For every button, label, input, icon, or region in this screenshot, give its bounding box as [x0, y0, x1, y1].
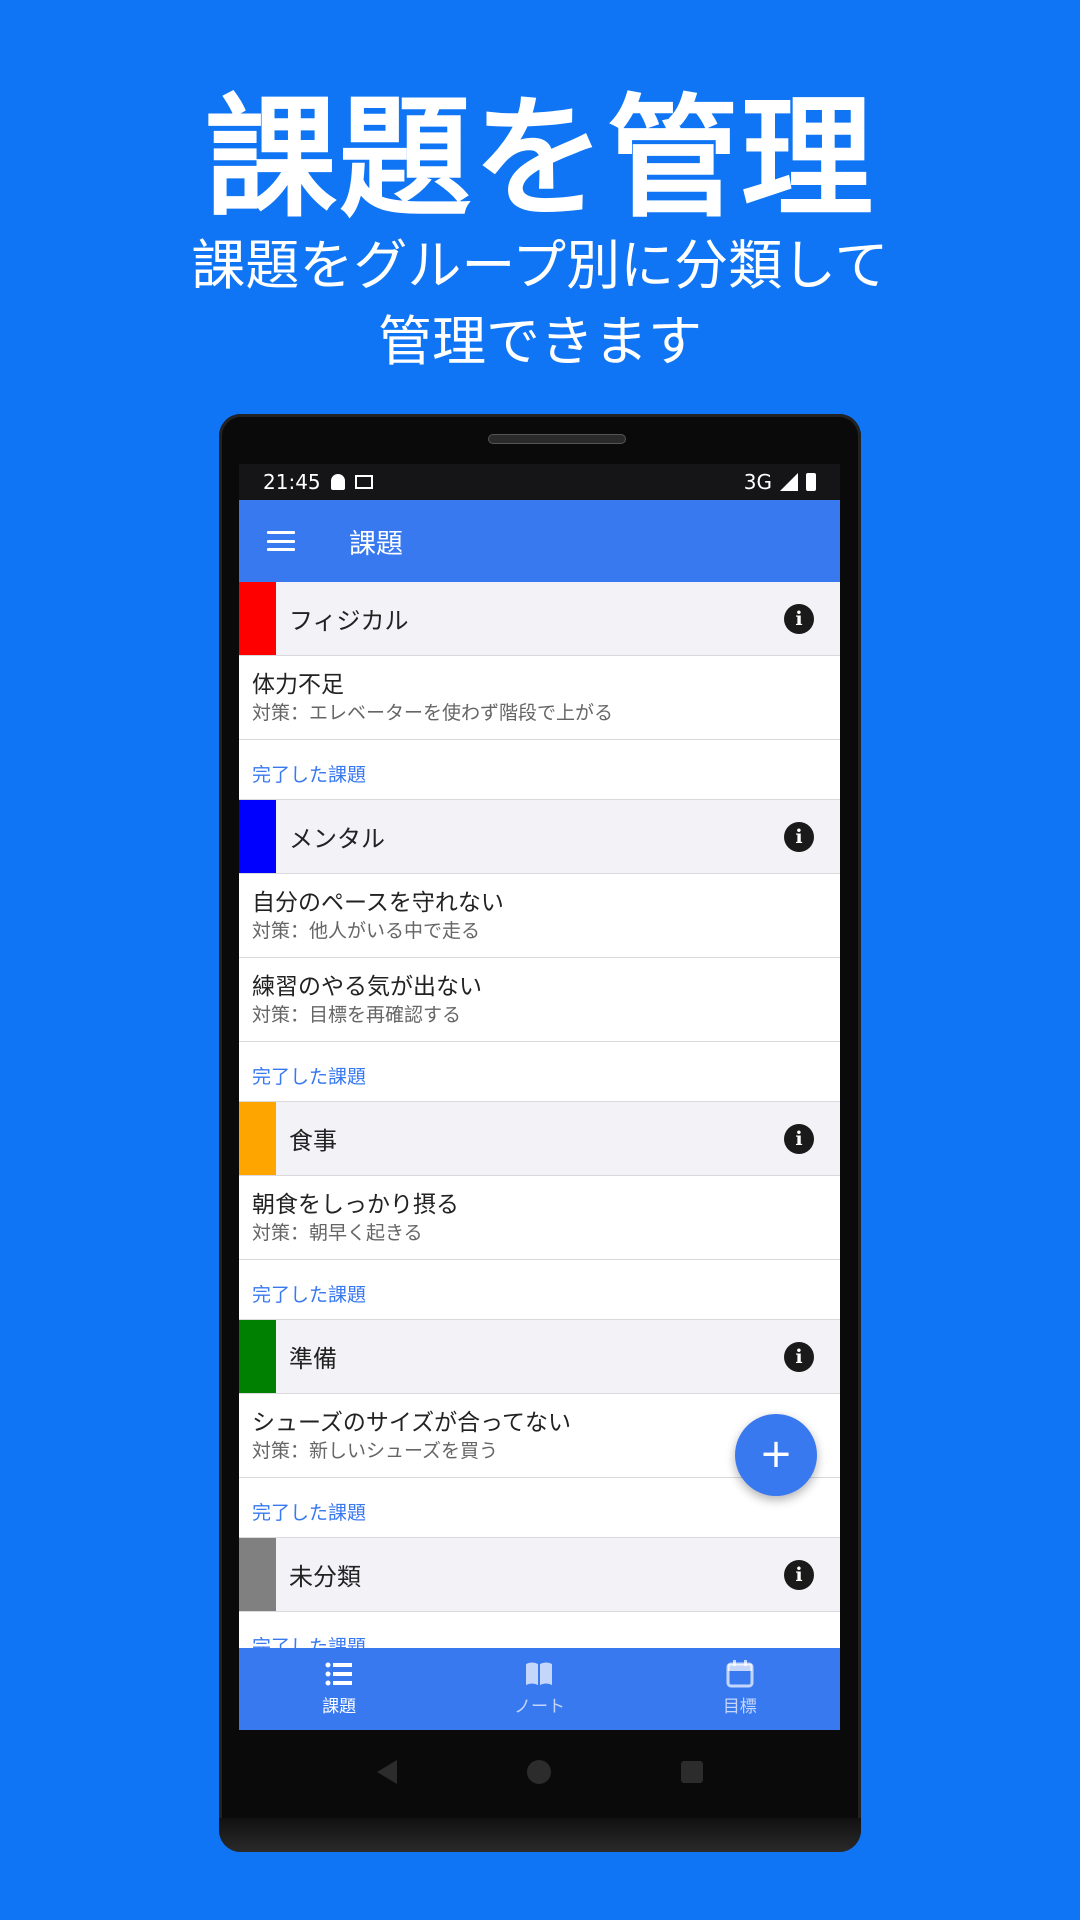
app-bar: 課題	[239, 500, 840, 582]
phone-speaker	[488, 434, 626, 444]
app-screen: 21:45 3G 課題 フィジカル i 体力不足対策：エレベーターを使わず階段で上が…	[239, 464, 840, 1730]
task-row[interactable]: 自分のペースを守れない対策：他人がいる中で走る	[239, 874, 840, 958]
nav-item-tasks[interactable]: 課題	[239, 1648, 439, 1730]
group-header[interactable]: 未分類 i	[239, 1538, 840, 1612]
task-measure: 対策：他人がいる中で走る	[252, 920, 481, 942]
back-icon[interactable]	[376, 1760, 397, 1784]
calendar-notification-icon	[354, 475, 373, 489]
nav-item-goals[interactable]: 目標	[640, 1648, 840, 1730]
completed-tasks-link[interactable]: 完了した課題	[239, 1260, 840, 1320]
completed-tasks-link[interactable]: 完了した課題	[239, 1612, 840, 1648]
signal-icon	[780, 473, 798, 491]
network-type: 3G	[743, 470, 772, 494]
group-name: フィジカル	[289, 607, 409, 635]
promo-subtitle-line1: 課題をグループ別に分類して	[191, 234, 889, 297]
group-color-bar	[239, 1102, 276, 1175]
info-icon[interactable]: i	[784, 1124, 814, 1154]
task-title: 練習のやる気が出ない	[252, 974, 482, 1000]
task-title: 朝食をしっかり摂る	[252, 1192, 459, 1218]
group-header[interactable]: メンタル i	[239, 800, 840, 874]
task-row[interactable]: 練習のやる気が出ない対策：目標を再確認する	[239, 958, 840, 1042]
info-icon[interactable]: i	[784, 822, 814, 852]
task-title: 体力不足	[252, 672, 344, 698]
info-icon[interactable]: i	[784, 604, 814, 634]
task-measure: 対策：エレベーターを使わず階段で上がる	[252, 702, 614, 724]
book-icon	[526, 1662, 553, 1685]
group-header[interactable]: フィジカル i	[239, 582, 840, 656]
battery-icon	[806, 473, 816, 491]
key-icon	[330, 474, 345, 490]
app-bar-title: 課題	[349, 528, 403, 560]
nav-label-notes: ノート	[513, 1697, 565, 1717]
group-name: 食事	[289, 1127, 337, 1155]
promo-subtitle: 課題をグループ別に分類して 管理できます	[0, 228, 1080, 380]
group-name: 未分類	[289, 1563, 361, 1591]
status-bar: 21:45 3G	[239, 464, 840, 500]
group-header[interactable]: 食事 i	[239, 1102, 840, 1176]
task-row[interactable]: 体力不足対策：エレベーターを使わず階段で上がる	[239, 656, 840, 740]
nav-label-goals: 目標	[722, 1697, 757, 1717]
group-color-bar	[239, 1320, 276, 1393]
calendar-icon	[726, 1660, 754, 1688]
recents-icon[interactable]	[680, 1761, 703, 1783]
group-header[interactable]: 準備 i	[239, 1320, 840, 1394]
list-icon	[325, 1662, 353, 1686]
nav-label-tasks: 課題	[322, 1697, 357, 1717]
info-icon[interactable]: i	[784, 1342, 814, 1372]
task-measure: 対策：朝早く起きる	[252, 1222, 423, 1244]
status-time: 21:45	[263, 470, 321, 494]
group-color-bar	[239, 582, 276, 655]
phone-chin	[219, 1818, 861, 1852]
system-navigation	[239, 1730, 840, 1814]
task-title: 自分のペースを守れない	[252, 890, 504, 916]
add-task-button[interactable]: +	[735, 1414, 817, 1496]
info-icon[interactable]: i	[784, 1560, 814, 1590]
completed-tasks-link[interactable]: 完了した課題	[239, 740, 840, 800]
group-color-bar	[239, 800, 276, 873]
promo-title: 課題を管理	[205, 82, 875, 236]
home-icon[interactable]	[526, 1760, 551, 1784]
phone-frame: 21:45 3G 課題 フィジカル i 体力不足対策：エレベーターを使わず階段で上が…	[219, 414, 861, 1852]
menu-icon[interactable]	[267, 531, 295, 551]
nav-item-notes[interactable]: ノート	[439, 1648, 639, 1730]
group-name: 準備	[289, 1345, 337, 1373]
task-measure: 対策：目標を再確認する	[252, 1004, 462, 1026]
task-group-list[interactable]: フィジカル i 体力不足 対策：エレベーターを使わず階段で上がる 完了した課題 メンタル i…	[239, 582, 840, 1648]
group-color-bar	[239, 1538, 276, 1611]
completed-tasks-link[interactable]: 完了した課題	[239, 1042, 840, 1102]
task-row[interactable]: 朝食をしっかり摂る対策：朝早く起きる	[239, 1176, 840, 1260]
bottom-navigation: 課題 ノート 目標	[239, 1648, 840, 1730]
group-name: メンタル	[289, 825, 385, 853]
promo-subtitle-line2: 管理できます	[378, 310, 702, 373]
